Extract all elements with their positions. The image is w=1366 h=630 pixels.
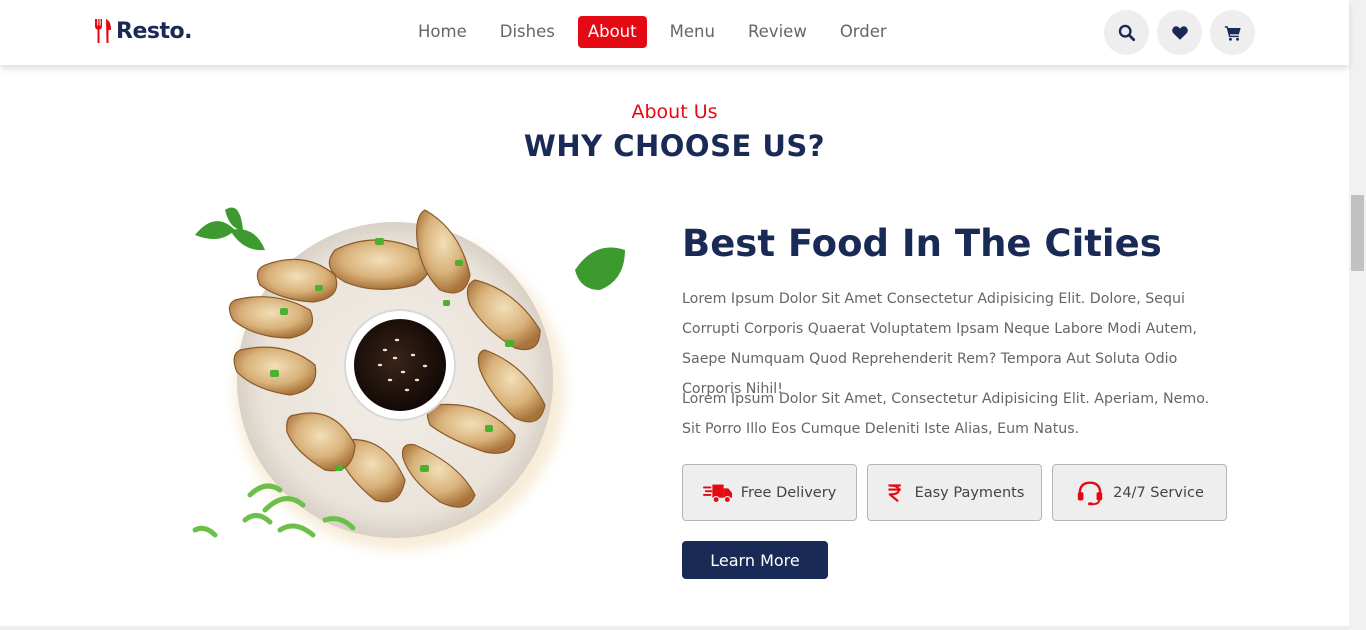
feature-easy-payments-label: Easy Payments [914, 484, 1025, 501]
page-scrollbar[interactable] [1349, 0, 1366, 630]
feature-free-delivery-label: Free Delivery [740, 484, 837, 501]
rupee-icon [888, 483, 901, 502]
feature-24-7-service[interactable]: 24/7 Service [1052, 464, 1227, 521]
feature-easy-payments[interactable]: Easy Payments [867, 464, 1042, 521]
food-image [192, 207, 625, 550]
logo[interactable]: Resto. [93, 18, 192, 44]
headset-icon [1077, 481, 1103, 505]
about-paragraph-2: Lorem Ipsum Dolor Sit Amet, Consectetur … [682, 391, 1210, 437]
search-button[interactable] [1104, 10, 1149, 55]
header: Resto. Home Dishes About Menu Review Ord… [0, 0, 1349, 65]
wishlist-button[interactable] [1157, 10, 1202, 55]
cart-icon [1224, 25, 1241, 41]
feature-24-7-service-label: 24/7 Service [1113, 484, 1204, 501]
heart-icon [1171, 25, 1188, 40]
scrollbar-thumb[interactable] [1351, 195, 1364, 271]
section-divider [0, 626, 1349, 630]
learn-more-button[interactable]: Learn More [682, 541, 828, 579]
nav-dishes[interactable]: Dishes [490, 16, 565, 48]
truck-icon [702, 484, 732, 503]
section-sub-heading: About Us [631, 101, 718, 123]
nav-order[interactable]: Order [830, 16, 897, 48]
nav-home[interactable]: Home [408, 16, 477, 48]
utensils-icon [95, 19, 111, 43]
cart-button[interactable] [1210, 10, 1255, 55]
feature-free-delivery[interactable]: Free Delivery [682, 464, 857, 521]
nav-review[interactable]: Review [738, 16, 817, 48]
nav-menu[interactable]: Menu [660, 16, 725, 48]
about-title: Best Food In The Cities [682, 222, 1162, 265]
search-icon [1118, 24, 1135, 41]
nav-about[interactable]: About [577, 16, 647, 48]
section-heading: WHY CHOOSE US? [523, 129, 826, 163]
brand-name: Resto. [116, 18, 192, 44]
main-nav: Home Dishes About Menu Review Order [408, 16, 910, 48]
features-list: Free Delivery Easy Payments 24/7 Service [682, 464, 1237, 521]
header-icons [1104, 10, 1263, 55]
